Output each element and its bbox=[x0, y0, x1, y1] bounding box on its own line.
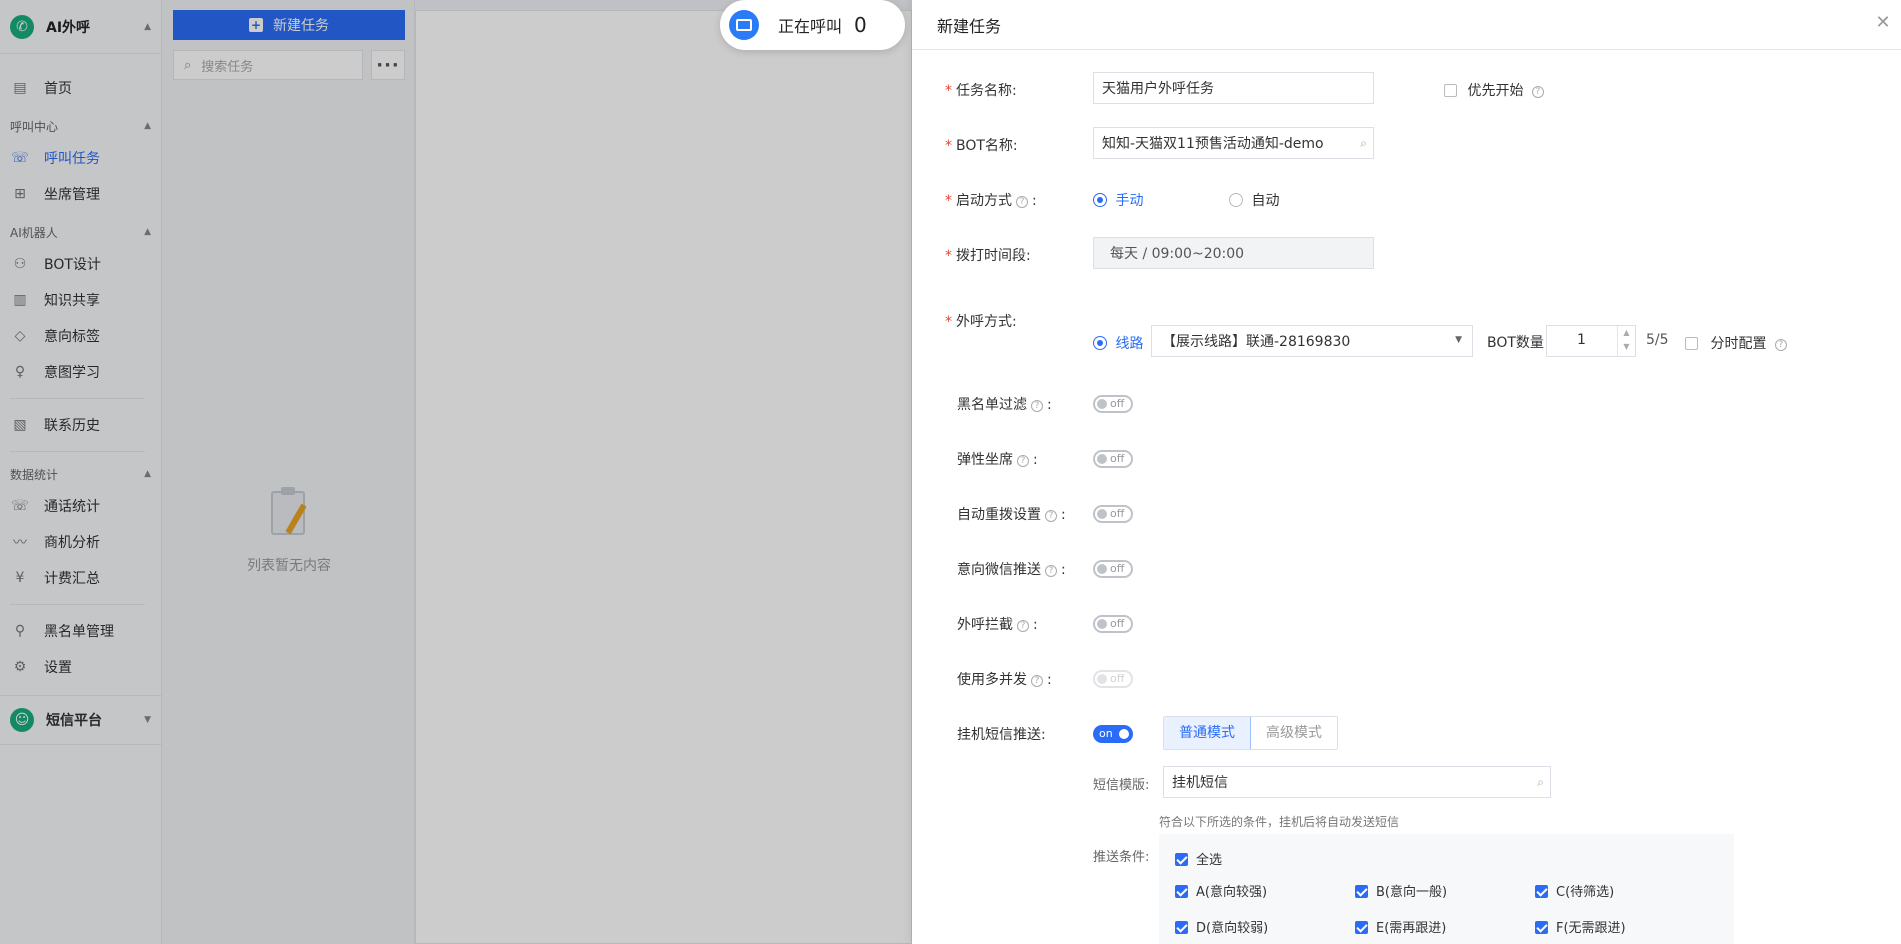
elastic-agent-label: 弹性坐席?: bbox=[957, 452, 1038, 468]
help-icon: ? bbox=[1031, 400, 1043, 412]
caret-down-icon: ▼ bbox=[1455, 335, 1462, 345]
search-icon: ⌕ bbox=[1360, 136, 1367, 150]
calling-label: 正在呼叫 bbox=[778, 17, 843, 36]
elastic-agent-toggle[interactable]: off bbox=[1093, 450, 1133, 468]
help-icon: ? bbox=[1017, 620, 1029, 632]
hangup-sms-toggle[interactable]: on bbox=[1093, 725, 1133, 743]
help-icon: ? bbox=[1016, 196, 1028, 208]
cond-c-checkbox[interactable]: C(待筛选) bbox=[1535, 881, 1614, 900]
sms-template-input[interactable]: 挂机短信 ⌕ bbox=[1163, 766, 1551, 798]
drawer-title: 新建任务 bbox=[937, 16, 1002, 36]
stepper-arrows[interactable]: ▲ ▼ bbox=[1617, 326, 1635, 356]
line-select[interactable]: 【展示线路】联通-28169830 ▼ bbox=[1151, 325, 1473, 357]
multi-concurrency-toggle: off bbox=[1093, 670, 1133, 688]
start-manual-radio[interactable]: 手动 bbox=[1093, 190, 1143, 210]
calling-count: 0 bbox=[854, 13, 867, 37]
task-name-input[interactable]: 天猫用户外呼任务 bbox=[1093, 72, 1374, 104]
help-icon[interactable]: ? bbox=[1531, 86, 1544, 98]
dial-period-label: * 拨打时间段: bbox=[945, 248, 1031, 264]
search-icon: ⌕ bbox=[1537, 775, 1544, 789]
bot-count-label: BOT数量 bbox=[1487, 335, 1544, 351]
close-icon[interactable]: ✕ bbox=[1871, 10, 1895, 34]
bot-count-stepper[interactable]: 1 ▲ ▼ bbox=[1546, 325, 1636, 357]
checkbox[interactable] bbox=[1444, 84, 1457, 97]
hangup-sms-label: 挂机短信推送: bbox=[957, 727, 1046, 743]
checkbox[interactable] bbox=[1685, 337, 1698, 350]
radio[interactable] bbox=[1093, 193, 1107, 207]
call-method-label: * 外呼方式: bbox=[945, 314, 1017, 330]
sms-hint: 符合以下所选的条件，挂机后将自动发送短信 bbox=[1159, 815, 1400, 829]
call-intercept-label: 外呼拦截?: bbox=[957, 617, 1038, 633]
mode-normal-tab[interactable]: 普通模式 bbox=[1164, 717, 1251, 749]
bot-name-label: * BOT名称: bbox=[945, 138, 1018, 154]
cond-f-checkbox[interactable]: F(无需跟进) bbox=[1535, 917, 1626, 936]
bot-name-input[interactable]: 知知-天猫双11预售活动通知-demo ⌕ bbox=[1093, 127, 1374, 159]
blacklist-filter-toggle[interactable]: off bbox=[1093, 395, 1133, 413]
help-icon: ? bbox=[1017, 455, 1029, 467]
call-monitor-icon bbox=[729, 10, 759, 40]
bot-count-ratio: 5/5 bbox=[1646, 332, 1669, 348]
blacklist-filter-label: 黑名单过滤?: bbox=[957, 397, 1052, 413]
radio[interactable] bbox=[1229, 193, 1243, 207]
calling-indicator[interactable]: 正在呼叫 0 bbox=[720, 0, 905, 50]
start-mode-label: * 启动方式?: bbox=[945, 193, 1037, 209]
cond-d-checkbox[interactable]: D(意向较弱) bbox=[1175, 917, 1268, 936]
cond-b-checkbox[interactable]: B(意向一般) bbox=[1355, 881, 1447, 900]
auto-redial-label: 自动重拨设置?: bbox=[957, 507, 1066, 523]
wechat-push-label: 意向微信推送?: bbox=[957, 562, 1066, 578]
time-config-checkbox[interactable]: 分时配置 ? bbox=[1685, 333, 1791, 353]
auto-redial-toggle[interactable]: off bbox=[1093, 505, 1133, 523]
sms-template-label: 短信模版: bbox=[1093, 778, 1150, 793]
push-condition-panel: 全选 A(意向较强) B(意向一般) C(待筛选) D(意向较弱) E(需再跟进… bbox=[1159, 834, 1734, 944]
select-all-checkbox[interactable]: 全选 bbox=[1175, 849, 1222, 868]
push-condition-label: 推送条件: bbox=[1093, 850, 1150, 865]
mode-advanced-tab[interactable]: 高级模式 bbox=[1251, 717, 1337, 749]
line-radio[interactable]: 线路 bbox=[1093, 333, 1143, 353]
drawer-header: 新建任务 ✕ bbox=[912, 0, 1901, 50]
radio[interactable] bbox=[1093, 336, 1107, 350]
help-icon: ? bbox=[1045, 510, 1057, 522]
priority-start-checkbox[interactable]: 优先开始 ? bbox=[1444, 80, 1548, 100]
help-icon: ? bbox=[1045, 565, 1057, 577]
wechat-push-toggle[interactable]: off bbox=[1093, 560, 1133, 578]
new-task-drawer: 新建任务 ✕ * 任务名称: 天猫用户外呼任务 优先开始 ? * BOT名称: 知知… bbox=[912, 0, 1901, 944]
sms-mode-segmented[interactable]: 普通模式 高级模式 bbox=[1163, 716, 1338, 750]
cond-e-checkbox[interactable]: E(需再跟进) bbox=[1355, 917, 1446, 936]
start-auto-radio[interactable]: 自动 bbox=[1229, 190, 1279, 210]
call-intercept-toggle[interactable]: off bbox=[1093, 615, 1133, 633]
help-icon[interactable]: ? bbox=[1774, 339, 1787, 351]
help-icon: ? bbox=[1031, 675, 1043, 687]
dial-period-input: 每天 / 09:00~20:00 bbox=[1093, 237, 1374, 269]
task-name-label: * 任务名称: bbox=[945, 83, 1017, 99]
multi-concurrency-label: 使用多并发?: bbox=[957, 672, 1052, 688]
cond-a-checkbox[interactable]: A(意向较强) bbox=[1175, 881, 1267, 900]
modal-overlay[interactable] bbox=[0, 0, 912, 944]
